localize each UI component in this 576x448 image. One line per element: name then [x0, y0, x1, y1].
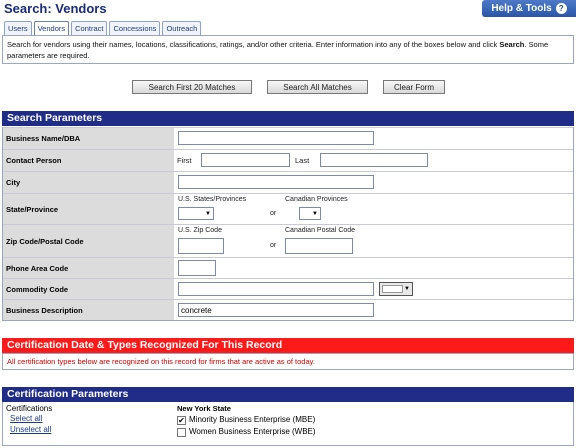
tab-bar: Users Vendors Contract Concessions Outre…: [4, 21, 202, 36]
contact-person-label: Contact Person: [3, 150, 174, 171]
business-name-label: Business Name/DBA: [3, 128, 174, 149]
row-business-description: Business Description: [3, 299, 573, 320]
certifications-label: Certifications: [6, 404, 53, 413]
cert-item-label: Women Business Enterprise (WBE): [189, 427, 316, 436]
search-first-20-button[interactable]: Search First 20 Matches: [132, 80, 252, 94]
city-input[interactable]: [178, 175, 374, 189]
search-params-table: Business Name/DBA Contact Person First L…: [2, 127, 574, 321]
intro-bold-search: Search: [499, 40, 525, 49]
chevron-down-icon: ▼: [205, 211, 211, 217]
cert-types-column: New York State ✔ Minority Business Enter…: [177, 404, 316, 438]
page-title: Search: Vendors: [4, 1, 107, 16]
canadian-provinces-label: Canadian Provinces: [285, 196, 348, 203]
cert-params-heading: Certification Parameters: [2, 387, 574, 402]
cert-recognized-note: All certification types below are recogn…: [2, 353, 574, 370]
row-business-name: Business Name/DBA: [3, 127, 573, 149]
help-tools-label: Help & Tools: [491, 3, 552, 14]
row-city: City: [3, 171, 573, 193]
row-phone-area-code: Phone Area Code: [3, 257, 573, 278]
us-states-label: U.S. States/Provinces: [178, 196, 247, 203]
business-name-input[interactable]: [178, 131, 374, 145]
cert-item-mbe[interactable]: ✔ Minority Business Enterprise (MBE): [177, 414, 316, 426]
phone-area-code-label: Phone Area Code: [3, 258, 174, 278]
help-tools-button[interactable]: Help & Tools ?: [482, 0, 576, 17]
canadian-postal-input[interactable]: [285, 238, 353, 254]
first-name-input[interactable]: [201, 153, 290, 167]
phone-area-code-input[interactable]: [178, 260, 216, 276]
chevron-down-icon: ▼: [404, 286, 410, 292]
certifications-column: Certifications Select all Unselect all: [6, 404, 52, 435]
tab-outreach[interactable]: Outreach: [162, 21, 202, 35]
city-label: City: [3, 172, 174, 193]
checkbox-unchecked-icon[interactable]: [177, 427, 186, 437]
cert-item-label: Minority Business Enterprise (MBE): [189, 415, 316, 424]
business-description-label: Business Description: [3, 300, 174, 320]
zip-code-label: Zip Code/Postal Code: [3, 225, 174, 257]
cert-item-wbe[interactable]: Women Business Enterprise (WBE): [177, 426, 316, 438]
canadian-province-select[interactable]: ▼: [299, 207, 321, 220]
row-state-province: State/Province U.S. States/Provinces ▼ o…: [3, 193, 573, 224]
clear-form-button[interactable]: Clear Form: [383, 80, 445, 94]
us-zip-label: U.S. Zip Code: [178, 227, 222, 234]
last-name-label: Last: [295, 156, 310, 165]
or-label: or: [270, 210, 277, 217]
cert-recognized-heading: Certification Date & Types Recognized Fo…: [2, 338, 574, 353]
help-icon: ?: [555, 3, 567, 14]
commodity-code-input[interactable]: [178, 282, 374, 296]
unselect-all-link[interactable]: Unselect all: [10, 424, 52, 435]
commodity-code-label: Commodity Code: [3, 279, 174, 299]
tab-concessions[interactable]: Concessions: [109, 21, 161, 35]
row-zip-code: Zip Code/Postal Code U.S. Zip Code or Ca…: [3, 224, 573, 257]
action-buttons: Search First 20 Matches Search All Match…: [0, 80, 576, 94]
row-contact-person: Contact Person First Last: [3, 149, 573, 171]
or-label: or: [270, 242, 277, 249]
search-params-heading: Search Parameters: [2, 111, 574, 126]
state-province-label: State/Province: [3, 194, 174, 224]
chevron-down-icon: ▼: [312, 211, 318, 217]
checkbox-checked-icon[interactable]: ✔: [177, 415, 186, 425]
us-state-select[interactable]: ▼: [178, 207, 214, 220]
row-commodity-code: Commodity Code ▼: [3, 278, 573, 299]
top-bar: Search: Vendors Help & Tools ?: [0, 0, 576, 18]
search-all-button[interactable]: Search All Matches: [267, 80, 368, 94]
last-name-input[interactable]: [320, 153, 428, 167]
business-description-input[interactable]: [178, 303, 374, 317]
cert-params-panel: Certifications Select all Unselect all N…: [2, 402, 574, 446]
intro-text: Search for vendors using their names, lo…: [2, 35, 574, 64]
code-list-icon: [382, 285, 403, 293]
canadian-postal-label: Canadian Postal Code: [285, 227, 356, 234]
commodity-lookup-button[interactable]: ▼: [379, 282, 413, 296]
tab-contract[interactable]: Contract: [71, 21, 108, 35]
us-zip-input[interactable]: [178, 238, 224, 254]
state-group-label: New York State: [177, 404, 231, 413]
tab-vendors[interactable]: Vendors: [33, 21, 70, 36]
first-name-label: First: [177, 156, 192, 165]
select-all-link[interactable]: Select all: [10, 413, 52, 424]
tab-users[interactable]: Users: [4, 21, 32, 35]
